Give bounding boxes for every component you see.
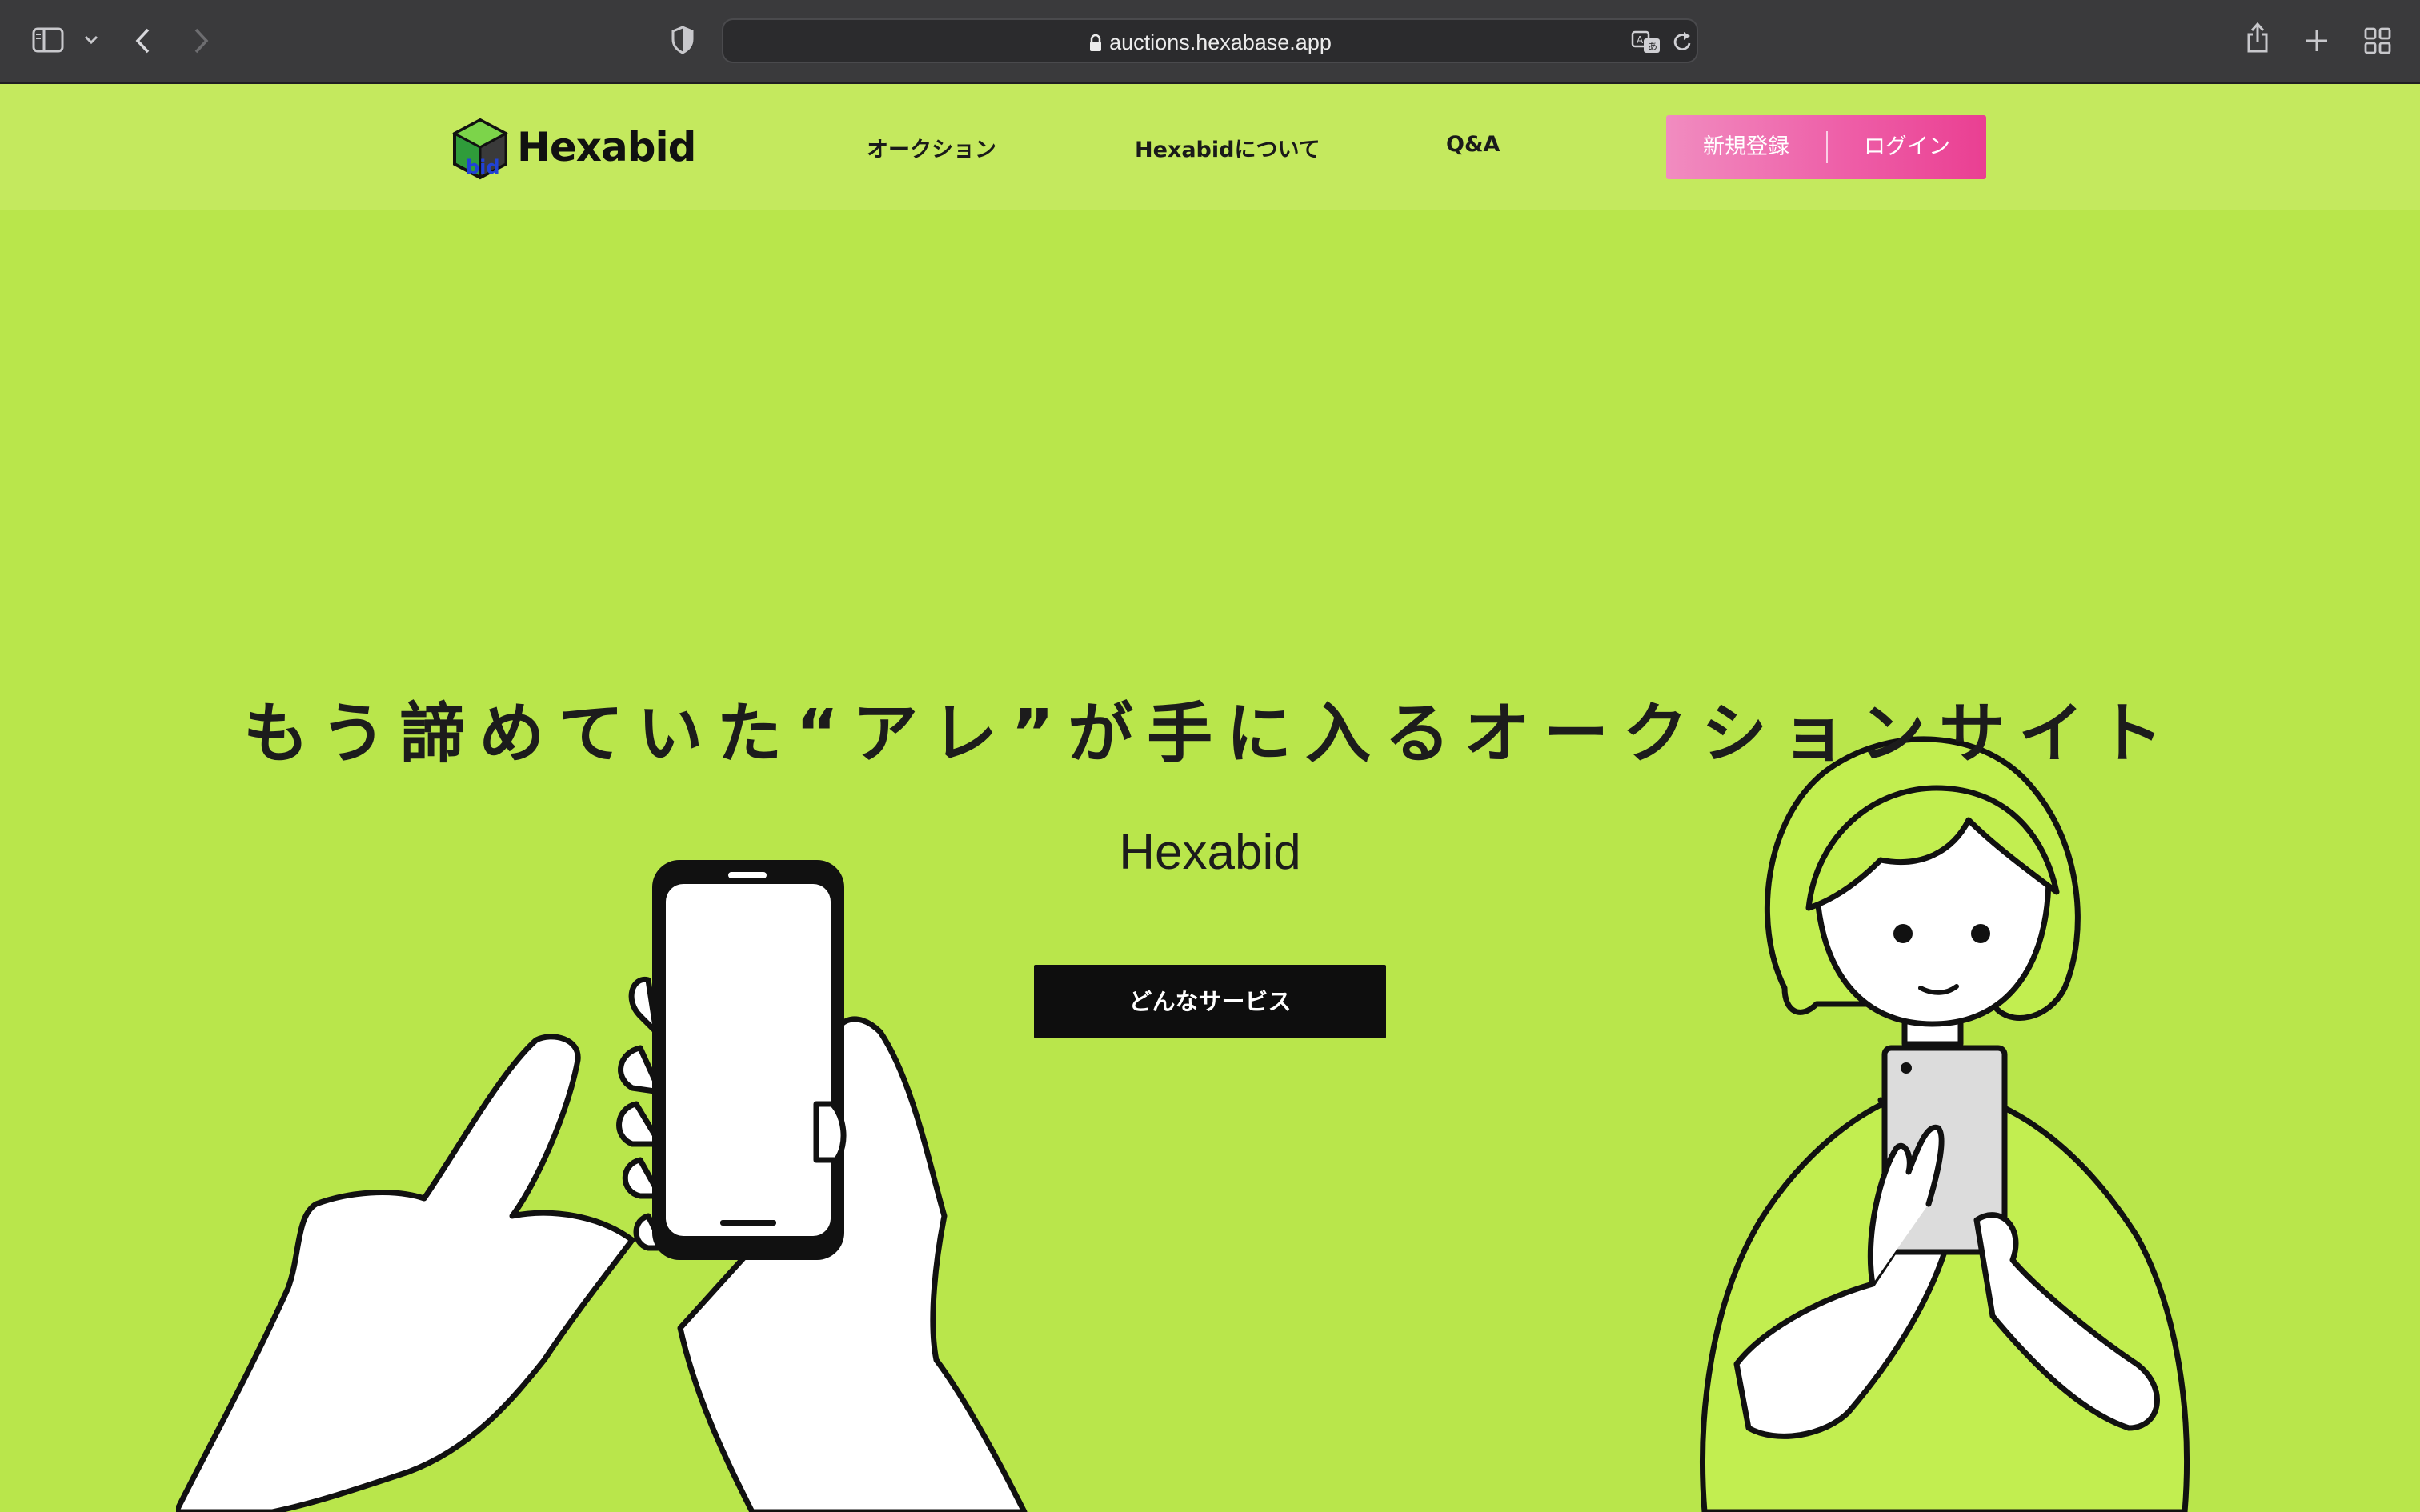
nav-qa[interactable]: Q&A <box>1446 132 1500 157</box>
lock-icon <box>1090 34 1102 51</box>
chevron-down-icon[interactable] <box>83 34 99 46</box>
svg-text:bid: bid <box>466 156 500 178</box>
shield-icon[interactable] <box>671 26 695 54</box>
sidebar-icon[interactable] <box>32 27 64 53</box>
login-button[interactable]: ログイン <box>1828 115 1986 179</box>
hero-brand-name: Hexabid <box>1119 825 1301 880</box>
translate-icon[interactable]: A あ <box>1631 30 1661 54</box>
new-tab-icon[interactable] <box>2305 29 2329 53</box>
site-header: bid Hexabid オークション Hexabidについて Q&A 新規登録 … <box>0 84 2420 210</box>
hands-with-phone-illustration <box>176 860 1028 1512</box>
nav-auctions[interactable]: オークション <box>867 132 996 163</box>
reload-icon[interactable] <box>1673 31 1693 54</box>
tab-overview-icon[interactable] <box>2364 27 2391 54</box>
logo-text[interactable]: Hexabid <box>517 124 696 170</box>
register-button[interactable]: 新規登録 <box>1666 115 1826 179</box>
nav-about[interactable]: Hexabidについて <box>1135 132 1320 163</box>
forward-icon[interactable] <box>192 27 210 54</box>
auth-buttons: 新規登録 ログイン <box>1666 115 1986 179</box>
back-icon[interactable] <box>134 27 152 54</box>
hexabid-logo-icon[interactable]: bid <box>451 118 509 180</box>
address-bar[interactable]: auctions.hexabase.app A あ <box>722 18 1698 63</box>
hero-headline: もう諦めていた“アレ”が手に入るオークションサイト <box>242 696 2178 772</box>
url-text: auctions.hexabase.app <box>1109 30 1332 54</box>
svg-text:A: A <box>1637 34 1644 46</box>
browser-toolbar: auctions.hexabase.app A あ <box>0 0 2420 84</box>
share-icon[interactable] <box>2246 21 2270 54</box>
service-info-button[interactable]: どんなサービス <box>1034 965 1386 1038</box>
svg-text:あ: あ <box>1648 41 1657 52</box>
